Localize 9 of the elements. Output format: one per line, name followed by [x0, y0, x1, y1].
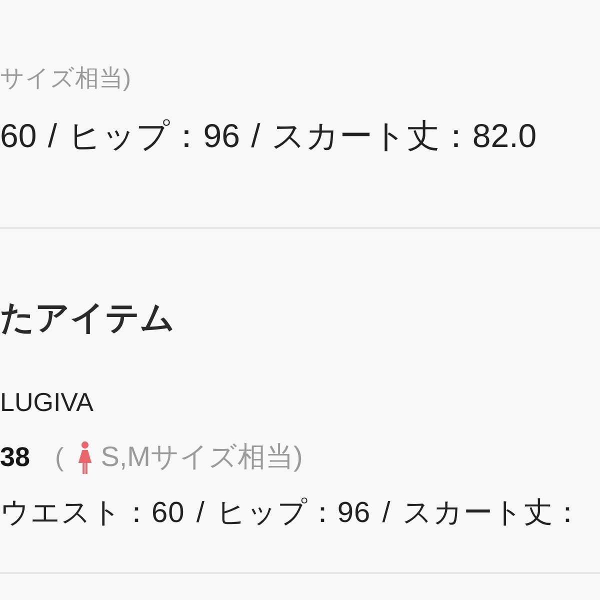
section-heading: たアイテム: [0, 298, 176, 339]
measurements-text: ウエスト：60 / ヒップ：96 / スカート丈：: [0, 496, 584, 531]
woman-figure-icon: [78, 440, 92, 474]
measurements-text: 60 / ヒップ：96 / スカート丈：82.0: [0, 116, 538, 156]
size-note: サイズ相当): [0, 64, 131, 94]
opening-parenthesis: (: [55, 442, 64, 472]
size-note: S,Mサイズ相当): [100, 440, 303, 474]
size-label: 38: [0, 442, 30, 472]
brand-name: LUGIVA: [0, 386, 94, 419]
